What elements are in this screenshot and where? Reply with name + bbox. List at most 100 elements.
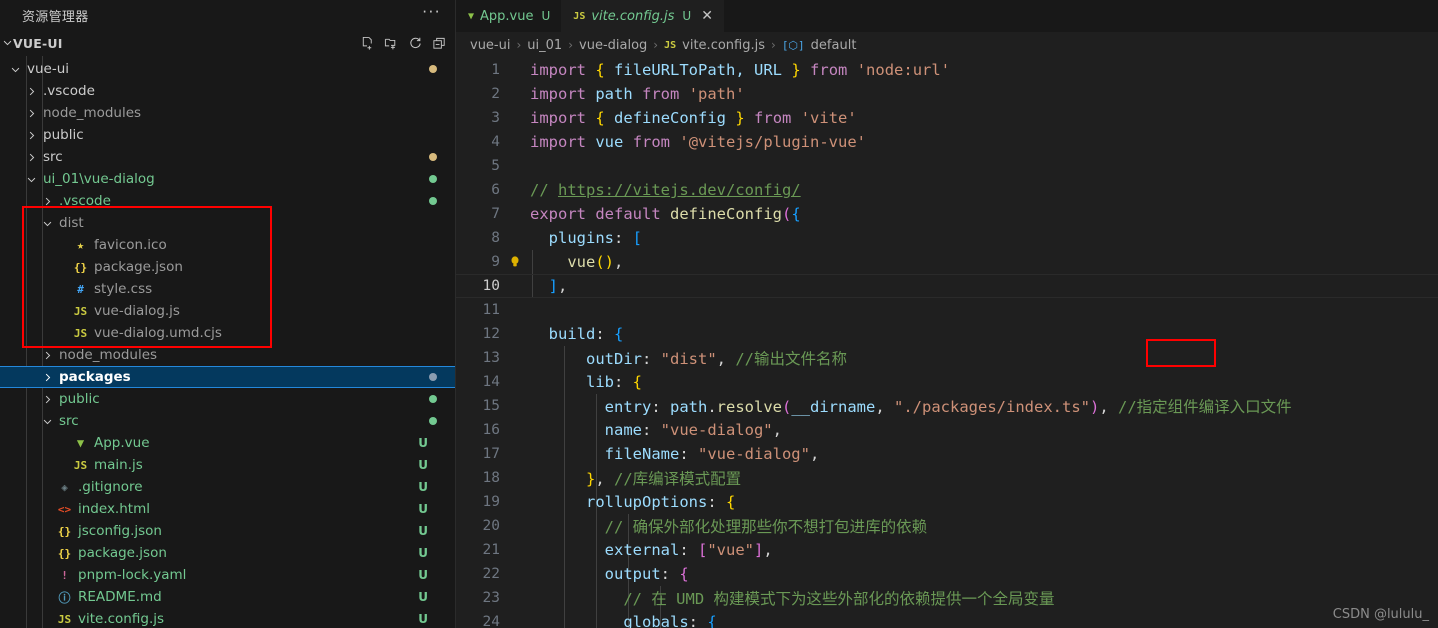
tree-row[interactable]: JS vite.config.js U <box>0 608 455 628</box>
star-icon: ★ <box>76 238 85 252</box>
tree-row[interactable]: {} package.json U <box>0 542 455 564</box>
code-token: lib <box>586 373 614 391</box>
css-file-icon: # <box>77 282 84 296</box>
tree-row[interactable]: vue-ui <box>0 58 455 80</box>
code-line[interactable]: 24 globals: { <box>456 610 1438 628</box>
chevron-down-icon[interactable] <box>24 174 39 185</box>
json-file-icon: {} <box>57 524 72 538</box>
code-line[interactable]: 16 name: "vue-dialog", <box>456 418 1438 442</box>
tree-row[interactable]: public <box>0 388 455 410</box>
tree-row[interactable]: .vscode <box>0 190 455 212</box>
tree-row[interactable]: {} package.json <box>0 256 455 278</box>
tree-row[interactable]: JS main.js U <box>0 454 455 476</box>
code-line[interactable]: 4 import vue from '@vitejs/plugin-vue' <box>456 130 1438 154</box>
tree-row[interactable]: ⓘ README.md U <box>0 586 455 608</box>
breadcrumb-item[interactable]: default <box>811 38 857 53</box>
refresh-icon[interactable] <box>408 36 423 51</box>
code-text: }, //库编译模式配置 <box>504 467 741 489</box>
code-token: : <box>679 541 698 559</box>
code-line[interactable]: 23 // 在 UMD 构建模式下为这些外部化的依赖提供一个全局变量 <box>456 586 1438 610</box>
tree-item-label: packages <box>59 369 131 385</box>
chevron-right-icon[interactable] <box>40 196 55 207</box>
chevron-right-icon[interactable] <box>24 152 39 163</box>
js-file-icon: JS <box>573 10 586 22</box>
code-line[interactable]: 11 <box>456 298 1438 322</box>
code-line[interactable]: 7 export default defineConfig({ <box>456 202 1438 226</box>
code-line[interactable]: 13 outDir: "dist", //输出文件名称 <box>456 346 1438 370</box>
line-number: 24 <box>482 614 500 628</box>
tree-row[interactable]: JS vue-dialog.js <box>0 300 455 322</box>
explorer-more-actions-button[interactable]: ··· <box>422 3 441 27</box>
code-line[interactable]: 15 entry: path.resolve(__dirname, "./pac… <box>456 394 1438 418</box>
code-line[interactable]: 21 external: ["vue"], <box>456 538 1438 562</box>
chevron-down-icon[interactable] <box>40 416 55 427</box>
code-editor[interactable]: 1 import { fileURLToPath, URL } from 'nod… <box>456 58 1438 628</box>
breadcrumb-item[interactable]: vue-dialog <box>579 38 647 53</box>
workspace-root-row[interactable]: VUE-UI <box>0 30 455 56</box>
editor-tab[interactable]: JS vite.config.js U ✕ <box>561 0 724 32</box>
breadcrumb-item[interactable]: ui_01 <box>527 38 562 53</box>
chevron-right-icon[interactable] <box>40 350 55 361</box>
code-line[interactable]: 17 fileName: "vue-dialog", <box>456 442 1438 466</box>
tree-row[interactable]: JS vue-dialog.umd.cjs <box>0 322 455 344</box>
chevron-right-icon[interactable] <box>24 108 39 119</box>
line-number: 18 <box>482 470 500 486</box>
lightbulb-quickfix-icon[interactable] <box>508 254 522 270</box>
code-line[interactable]: 5 <box>456 154 1438 178</box>
tree-row[interactable]: .vscode <box>0 80 455 102</box>
code-line[interactable]: 18 }, //库编译模式配置 <box>456 466 1438 490</box>
code-line[interactable]: 10 ], <box>456 274 1438 298</box>
breadcrumb-item[interactable]: vite.config.js <box>682 38 765 53</box>
tree-row[interactable]: <> index.html U <box>0 498 455 520</box>
tab-git-badge: U <box>541 9 551 23</box>
tree-row[interactable]: node_modules <box>0 344 455 366</box>
tree-row[interactable]: ui_01\vue-dialog <box>0 168 455 190</box>
code-line[interactable]: 19 rollupOptions: { <box>456 490 1438 514</box>
tree-row[interactable]: {} jsconfig.json U <box>0 520 455 542</box>
chevron-down-icon[interactable] <box>2 36 13 51</box>
tree-row[interactable]: ◈ .gitignore U <box>0 476 455 498</box>
tree-row[interactable]: public <box>0 124 455 146</box>
code-line[interactable]: 9 vue(), <box>456 250 1438 274</box>
code-token: : <box>614 229 633 247</box>
file-tree[interactable]: vue-ui .vscode node_modules public src ui_01\… <box>0 56 455 628</box>
code-line[interactable]: 22 output: { <box>456 562 1438 586</box>
tree-row[interactable]: ▼ App.vue U <box>0 432 455 454</box>
chevron-down-icon[interactable] <box>8 64 23 75</box>
tree-row[interactable]: ★ favicon.ico <box>0 234 455 256</box>
code-line[interactable]: 14 lib: { <box>456 370 1438 394</box>
code-line[interactable]: 3 import { defineConfig } from 'vite' <box>456 106 1438 130</box>
code-token: rollupOptions <box>586 493 708 511</box>
chevron-right-icon[interactable] <box>24 130 39 141</box>
close-icon[interactable]: ✕ <box>701 9 713 23</box>
chevron-right-icon[interactable] <box>24 86 39 97</box>
code-token: ( <box>782 205 792 223</box>
code-line[interactable]: 2 import path from 'path' <box>456 82 1438 106</box>
chevron-down-icon[interactable] <box>40 218 55 229</box>
tree-row[interactable]: # style.css <box>0 278 455 300</box>
tree-row[interactable]: src <box>0 146 455 168</box>
code-text: globals: { <box>504 613 716 628</box>
collapse-all-icon[interactable] <box>432 36 447 51</box>
tree-row[interactable]: dist <box>0 212 455 234</box>
chevron-right-icon[interactable] <box>40 372 55 383</box>
tree-row[interactable]: ! pnpm-lock.yaml U <box>0 564 455 586</box>
tree-row[interactable]: node_modules <box>0 102 455 124</box>
new-file-icon[interactable] <box>360 36 375 51</box>
code-line[interactable]: 20 // 确保外部化处理那些你不想打包进库的依赖 <box>456 514 1438 538</box>
code-line[interactable]: 12 build: { <box>456 322 1438 346</box>
chevron-right-icon[interactable] <box>40 394 55 405</box>
code-line[interactable]: 1 import { fileURLToPath, URL } from 'nod… <box>456 58 1438 82</box>
code-text: // https://vitejs.dev/config/ <box>504 181 801 199</box>
new-folder-icon[interactable] <box>384 36 399 51</box>
tree-row[interactable]: src <box>0 410 455 432</box>
code-line[interactable]: 8 plugins: [ <box>456 226 1438 250</box>
code-line[interactable]: 6// https://vitejs.dev/config/ <box>456 178 1438 202</box>
breadcrumb-item[interactable]: vue-ui <box>470 38 510 53</box>
tree-row-selected[interactable]: packages <box>0 366 455 388</box>
editor-tab[interactable]: ▼ App.vue U <box>456 0 562 32</box>
